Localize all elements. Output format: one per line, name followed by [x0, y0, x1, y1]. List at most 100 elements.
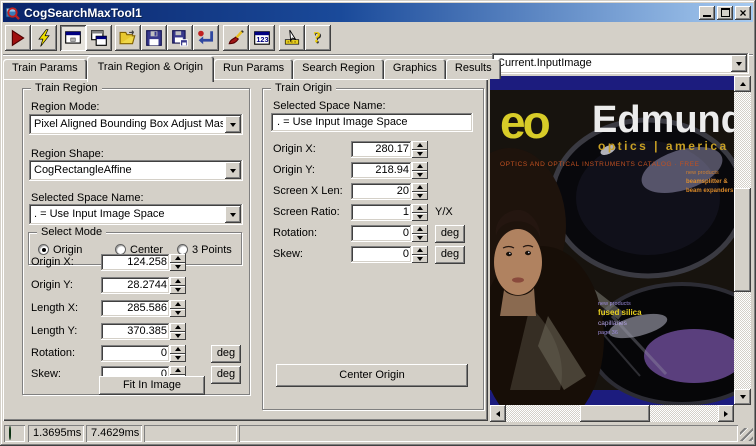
spin-up-button[interactable]: [170, 366, 186, 375]
spin-down-button[interactable]: [170, 285, 186, 294]
length-y-field[interactable]: 370.385: [101, 323, 186, 340]
numeric-results-button[interactable]: 123: [249, 25, 275, 51]
scroll-down-button[interactable]: [734, 389, 751, 405]
horizontal-scroll-thumb[interactable]: [580, 405, 650, 422]
to-rotation-row: Rotation: 0 deg: [263, 225, 485, 243]
rotation-value[interactable]: 0: [101, 345, 170, 362]
maximize-button[interactable]: [717, 5, 733, 20]
close-button[interactable]: ×: [735, 5, 751, 20]
spin-down-button[interactable]: [412, 254, 428, 263]
tab-run-params[interactable]: Run Params: [213, 59, 294, 79]
to-rotation-field[interactable]: 0: [351, 225, 428, 242]
resize-grip[interactable]: [740, 428, 753, 441]
origin-y-field[interactable]: 28.2744: [101, 277, 186, 294]
chevron-down-icon[interactable]: [225, 116, 241, 133]
spin-up-button[interactable]: [412, 141, 428, 150]
tab-train-params[interactable]: Train Params: [3, 59, 87, 79]
input-image[interactable]: eo Edmund optics | america OPTICS AND OP…: [490, 76, 734, 405]
skew-deg-button[interactable]: deg: [211, 366, 241, 384]
spin-up-button[interactable]: [170, 345, 186, 354]
origin-y-value[interactable]: 28.2744: [101, 277, 170, 294]
electric-run-button[interactable]: [31, 25, 57, 51]
chevron-down-icon[interactable]: [225, 162, 241, 179]
open-file-button[interactable]: [115, 25, 141, 51]
graphics-brush-button[interactable]: [223, 25, 249, 51]
region-shape-combo[interactable]: CogRectangleAffine: [29, 160, 243, 181]
to-rotation-label: Rotation:: [273, 227, 318, 239]
spin-up-button[interactable]: [412, 162, 428, 171]
save-as-button[interactable]: [167, 25, 193, 51]
screen-ratio-suffix: Y/X: [435, 206, 453, 218]
vertical-scrollbar[interactable]: [734, 76, 751, 405]
timing-panel-1: 1.3695ms: [28, 425, 84, 442]
spin-up-button[interactable]: [170, 323, 186, 332]
spin-down-button[interactable]: [170, 331, 186, 340]
reset-button[interactable]: [193, 25, 219, 51]
spin-down-button[interactable]: [170, 308, 186, 317]
to-skew-value[interactable]: 0: [351, 246, 412, 263]
minimize-button[interactable]: [699, 5, 715, 20]
close-icon: ×: [739, 5, 747, 20]
brand-subtext: optics | america: [598, 139, 729, 153]
to-skew-deg-button[interactable]: deg: [435, 246, 465, 264]
save-button[interactable]: [141, 25, 167, 51]
chevron-down-icon[interactable]: [731, 55, 747, 72]
title-bar[interactable]: CogSearchMaxTool1 ×: [3, 3, 753, 22]
spin-up-button[interactable]: [412, 204, 428, 213]
scroll-left-button[interactable]: [490, 405, 506, 422]
spin-down-button[interactable]: [412, 170, 428, 179]
spin-down-button[interactable]: [412, 191, 428, 200]
length-y-value[interactable]: 370.385: [101, 323, 170, 340]
origin-x-value[interactable]: 124.258: [101, 254, 170, 271]
spin-up-button[interactable]: [170, 254, 186, 263]
tab-train-region-origin[interactable]: Train Region & Origin: [86, 56, 214, 82]
region-mode-combo[interactable]: Pixel Aligned Bounding Box Adjust Mask: [29, 114, 243, 135]
screen-ratio-field[interactable]: 1: [351, 204, 428, 221]
rotation-field[interactable]: 0: [101, 345, 186, 362]
spin-up-button[interactable]: [412, 183, 428, 192]
to-rotation-deg-button[interactable]: deg: [435, 225, 465, 243]
length-x-value[interactable]: 285.586: [101, 300, 170, 317]
floating-window-button[interactable]: [60, 25, 86, 51]
to-origin-x-value[interactable]: 280.17: [351, 141, 412, 158]
run-button[interactable]: [5, 25, 31, 51]
screen-x-len-field[interactable]: 20: [351, 183, 428, 200]
length-x-field[interactable]: 285.586: [101, 300, 186, 317]
tab-search-region[interactable]: Search Region: [293, 59, 384, 79]
origin-x-field[interactable]: 124.258: [101, 254, 186, 271]
screen-x-len-value[interactable]: 20: [351, 183, 412, 200]
train-region-group: Train Region Region Mode: Pixel Aligned …: [22, 81, 250, 395]
spin-down-button[interactable]: [170, 353, 186, 362]
to-origin-y-field[interactable]: 218.94: [351, 162, 428, 179]
spin-down-button[interactable]: [412, 149, 428, 158]
pointer-tool-button[interactable]: [279, 25, 305, 51]
tab-graphics[interactable]: Graphics: [383, 59, 446, 79]
vertical-scroll-thumb[interactable]: [734, 188, 751, 292]
rotation-deg-button[interactable]: deg: [211, 345, 241, 363]
lightning-icon: [38, 29, 50, 47]
to-origin-x-field[interactable]: 280.17: [351, 141, 428, 158]
spin-down-button[interactable]: [412, 233, 428, 242]
chevron-down-icon[interactable]: [225, 206, 241, 223]
spin-up-button[interactable]: [412, 225, 428, 234]
spin-up-button[interactable]: [170, 300, 186, 309]
help-button[interactable]: ??: [305, 25, 331, 51]
copy-window-button[interactable]: [86, 25, 112, 51]
spin-up-button[interactable]: [170, 277, 186, 286]
rotation-label: Rotation:: [31, 347, 76, 359]
to-skew-field[interactable]: 0: [351, 246, 428, 263]
screen-ratio-value[interactable]: 1: [351, 204, 412, 221]
center-origin-button[interactable]: Center Origin: [276, 364, 468, 387]
image-selector-combo[interactable]: Current.InputImage: [492, 53, 749, 74]
spin-down-button[interactable]: [170, 262, 186, 271]
horizontal-scrollbar[interactable]: [490, 405, 734, 422]
spin-down-button[interactable]: [412, 212, 428, 221]
scroll-right-button[interactable]: [718, 405, 734, 422]
spin-up-button[interactable]: [412, 246, 428, 255]
to-rotation-value[interactable]: 0: [351, 225, 412, 242]
selected-space-combo[interactable]: . = Use Input Image Space: [29, 204, 243, 225]
scroll-up-button[interactable]: [734, 76, 751, 92]
to-origin-y-value[interactable]: 218.94: [351, 162, 412, 179]
fit-in-image-button[interactable]: Fit In Image: [99, 376, 205, 395]
tab-results[interactable]: Results: [445, 59, 501, 79]
